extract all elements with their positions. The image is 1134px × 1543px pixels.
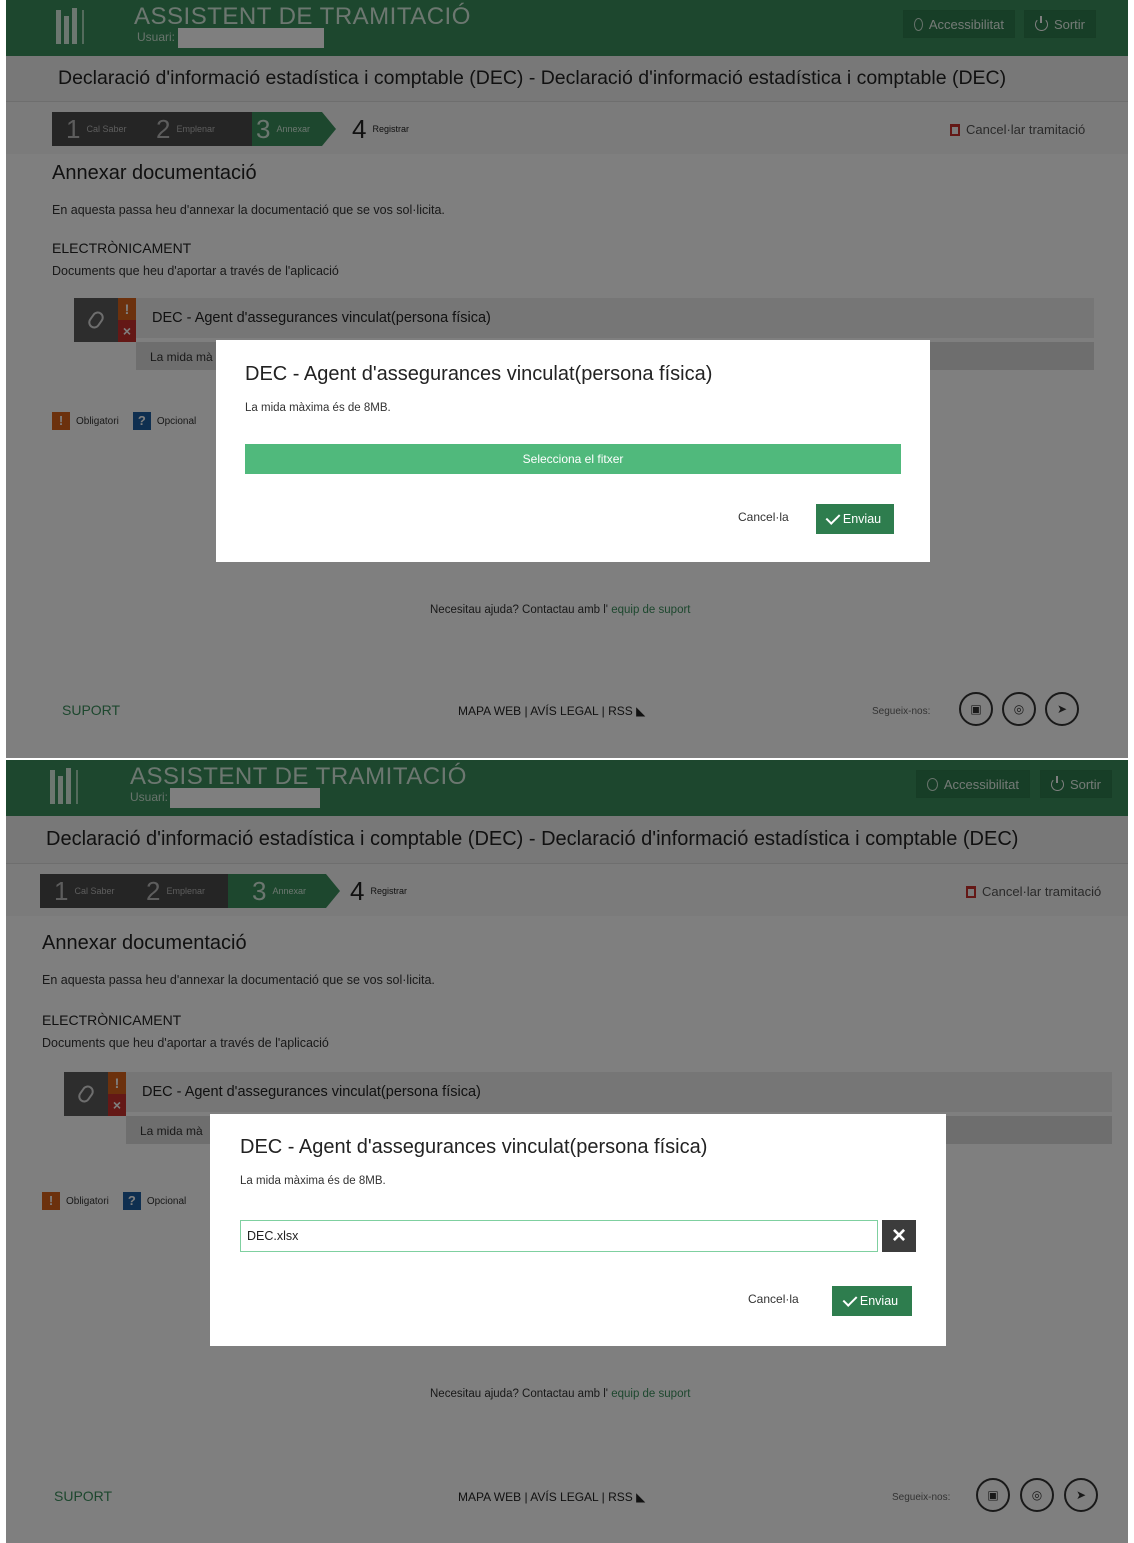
modal-title: DEC - Agent d'assegurances vinculat(pers… [245,363,713,385]
send-button[interactable]: Enviau [816,504,894,534]
modal-subtitle: La mida màxima és de 8MB. [245,402,391,414]
modal-cancel-link[interactable]: Cancel·la [748,1292,799,1306]
selected-file-field[interactable]: DEC.xlsx [240,1220,878,1252]
upload-modal: DEC - Agent d'assegurances vinculat(pers… [216,340,930,562]
check-icon [825,509,841,525]
send-button[interactable]: Enviau [832,1286,912,1316]
select-file-button[interactable]: Selecciona el fitxer [245,444,901,474]
screenshot-panel-1: ASSISTENT DE TRAMITACIÓ Usuari: Accessib… [6,0,1128,758]
check-icon [842,1291,858,1307]
upload-modal: DEC - Agent d'assegurances vinculat(pers… [210,1114,946,1346]
modal-subtitle: La mida màxima és de 8MB. [240,1175,386,1187]
modal-cancel-link[interactable]: Cancel·la [738,510,789,524]
clear-file-icon[interactable]: × [882,1220,916,1252]
screenshot-panel-2: ASSISTENT DE TRAMITACIÓ Usuari: Accessib… [6,760,1128,1543]
modal-title: DEC - Agent d'assegurances vinculat(pers… [240,1136,708,1158]
